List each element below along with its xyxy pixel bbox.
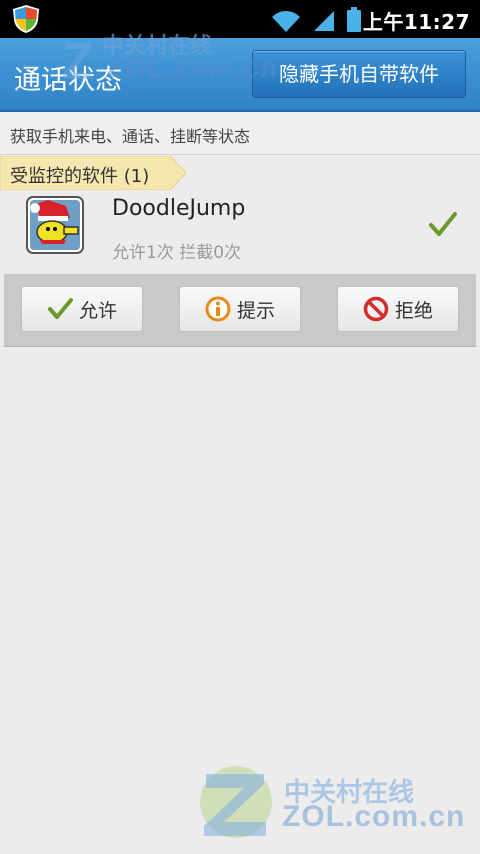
signal-icon: [314, 11, 334, 31]
prompt-label: 提示: [236, 299, 275, 322]
app-stats: 允许1次 拦截0次: [112, 243, 242, 263]
shield-icon: [13, 5, 39, 33]
list-item[interactable]: DoodleJump 允许1次 拦截0次: [0, 190, 480, 270]
group-label: 受监控的软件 (1): [10, 166, 150, 187]
deny-button[interactable]: 拒绝: [337, 286, 459, 332]
page-description: 获取手机来电、通话、挂断等状态: [10, 127, 251, 146]
title-bar: 通话状态 隐藏手机自带软件: [0, 38, 480, 112]
watermark-url: ZOL.com.cn: [282, 800, 466, 833]
watermark-chinese: 中关村在线: [284, 778, 415, 808]
check-icon: [47, 298, 73, 319]
doodle-jump-icon: [26, 196, 84, 254]
status-bar: 上午11:27: [0, 0, 480, 38]
block-icon: [363, 296, 389, 322]
wifi-icon: [272, 11, 300, 32]
hide-system-apps-button[interactable]: 隐藏手机自带软件: [252, 50, 466, 98]
deny-label: 拒绝: [394, 299, 433, 322]
app-name: DoodleJump: [112, 196, 246, 221]
action-bar: 允许 提示 拒绝: [4, 274, 476, 347]
battery-icon: [347, 7, 361, 32]
status-time: 上午11:27: [362, 10, 470, 34]
prompt-button[interactable]: 提示: [179, 286, 301, 332]
allow-label: 允许: [78, 299, 117, 322]
check-icon: [429, 212, 457, 236]
watermark-logo: [200, 766, 272, 838]
info-icon: [205, 296, 231, 322]
allow-button[interactable]: 允许: [21, 286, 143, 332]
page-title: 通话状态: [14, 65, 122, 96]
watermark-bottom: 中关村在线 ZOL.com.cn: [196, 760, 476, 850]
subtitle-bar: 获取手机来电、通话、挂断等状态: [0, 112, 480, 155]
